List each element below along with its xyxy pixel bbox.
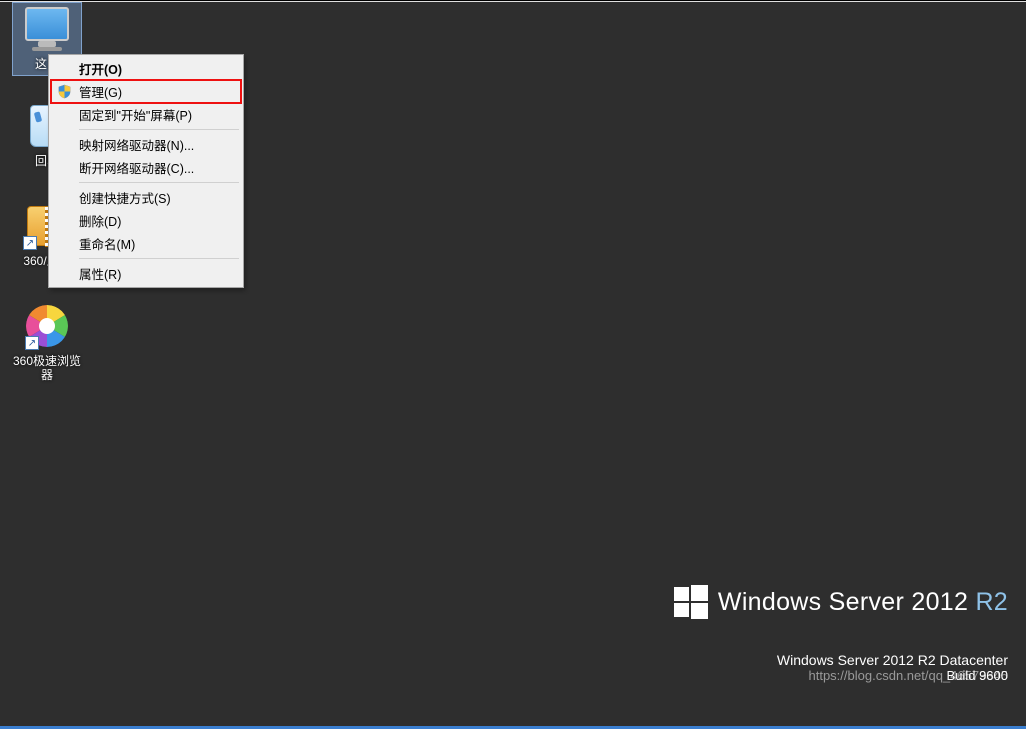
uac-shield-icon [57,84,72,99]
watermark-line: https://blog.csdn.net/qq_46573345 Build … [777,668,1008,683]
shortcut-arrow-icon: ↗ [23,236,37,250]
os-brand: Windows Server 2012 R2 [674,585,1008,619]
menu-item-rename[interactable]: 重命名(M) [51,232,241,255]
menu-item-label: 断开网络驱动器(C)... [79,158,194,177]
os-product-name: Windows Server 2012 R2 [718,588,1008,617]
menu-item-delete[interactable]: 删除(D) [51,209,241,232]
computer-icon [23,5,71,53]
menu-item-pin-to-start[interactable]: 固定到"开始"屏幕(P) [51,103,241,126]
menu-item-label: 打开(O) [79,59,122,78]
menu-item-open[interactable]: 打开(O) [51,57,241,80]
desktop-icon-label: 360极速浏览器 [10,354,84,382]
build-number: Build 9600 [947,668,1008,683]
desktop-icon-360-browser[interactable]: ↗ 360极速浏览器 [10,302,84,382]
browser-icon: ↗ [23,302,71,350]
menu-item-label: 固定到"开始"屏幕(P) [79,105,192,124]
os-edition-line: Windows Server 2012 R2 Datacenter [777,652,1008,668]
menu-separator [79,182,239,183]
shortcut-arrow-icon: ↗ [25,336,39,350]
menu-item-label: 属性(R) [79,264,121,283]
menu-item-disconnect-drive[interactable]: 断开网络驱动器(C)... [51,156,241,179]
menu-separator [79,258,239,259]
menu-item-label: 创建快捷方式(S) [79,188,171,207]
menu-item-label: 删除(D) [79,211,121,230]
menu-item-properties[interactable]: 属性(R) [51,262,241,285]
menu-item-label: 重命名(M) [79,234,135,253]
desktop[interactable]: 这台 回收 ↗ 360/上锁 [0,0,1026,729]
menu-item-map-drive[interactable]: 映射网络驱动器(N)... [51,133,241,156]
menu-item-manage[interactable]: 管理(G) [51,80,241,103]
os-edition-block: Windows Server 2012 R2 Datacenter https:… [777,652,1008,683]
menu-item-label: 管理(G) [79,82,122,101]
menu-separator [79,129,239,130]
windows-logo-icon [674,585,708,619]
menu-item-label: 映射网络驱动器(N)... [79,135,194,154]
context-menu: 打开(O) 管理(G) 固定到"开始"屏幕(P) 映射网络驱动器(N)... 断… [48,54,244,288]
menu-item-create-shortcut[interactable]: 创建快捷方式(S) [51,186,241,209]
window-top-highlight [0,1,1026,2]
